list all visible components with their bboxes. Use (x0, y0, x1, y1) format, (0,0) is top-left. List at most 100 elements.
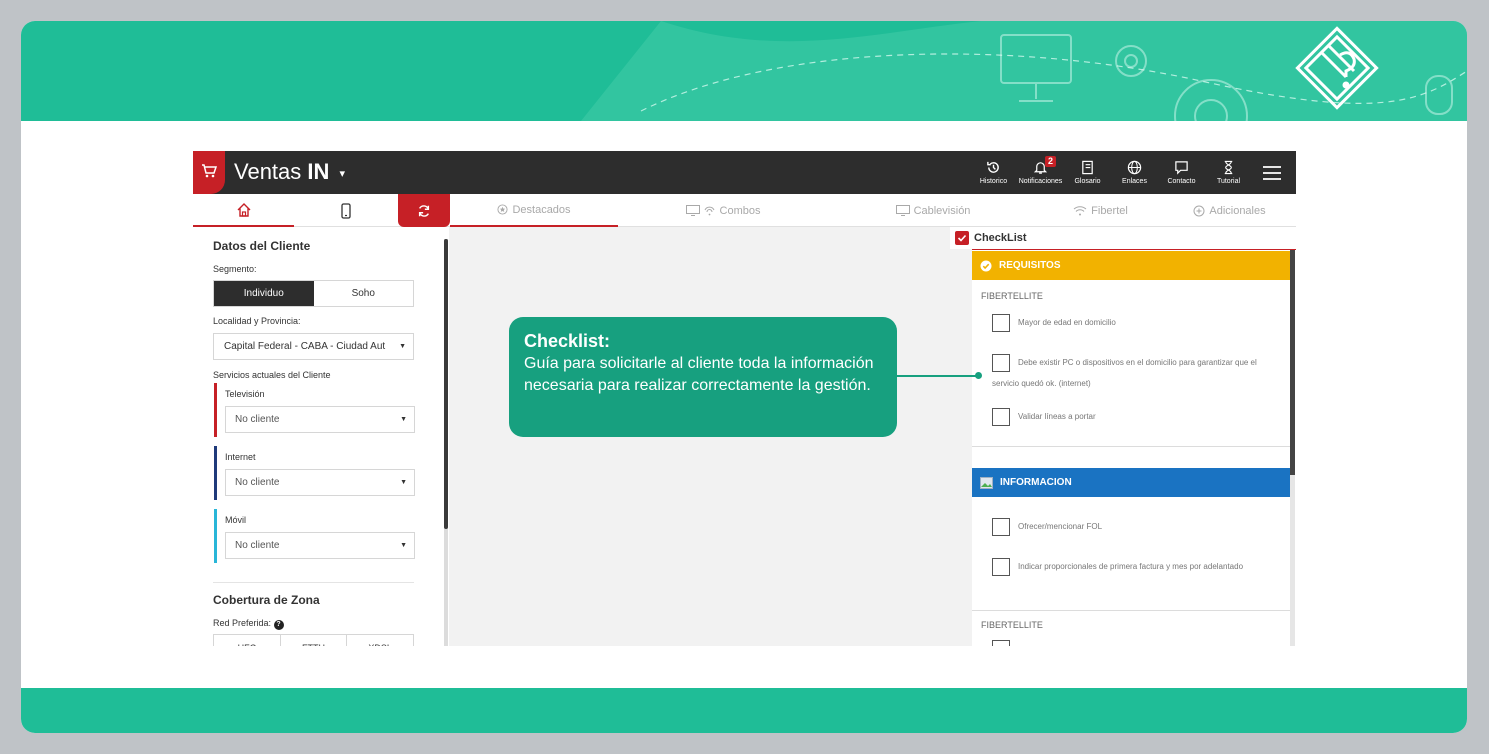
tab-adicionales[interactable]: Adicionales (1163, 194, 1296, 227)
tab-home[interactable] (193, 194, 294, 227)
network-hfc-button[interactable]: HFC (214, 635, 281, 646)
service-value: No cliente (235, 414, 280, 425)
checkbox[interactable] (992, 313, 1010, 332)
group-label: FIBERTELLITE (981, 291, 1043, 301)
check-circle-icon (980, 260, 992, 271)
item-text: Mayor de edad en domicilio (1018, 318, 1116, 327)
checkbox[interactable] (992, 639, 1010, 646)
checkbox[interactable] (992, 517, 1010, 536)
internet-select[interactable]: No cliente ▼ (225, 469, 415, 496)
help-icon[interactable]: ? (273, 620, 284, 630)
callout-connector (897, 375, 977, 377)
tab-cablevision[interactable]: Cablevisión (828, 194, 1038, 227)
dropdown-arrow-icon: ▼ (399, 343, 406, 350)
notification-badge: 2 (1045, 156, 1057, 167)
sidebar-title: Datos del Cliente (213, 239, 311, 253)
banner-decoration (581, 21, 1467, 121)
brand-bold: IN (307, 159, 330, 184)
checklist-callout: Checklist: Guía para solicitarle al clie… (509, 317, 897, 437)
checklist-scrollbar[interactable] (1290, 250, 1295, 475)
cart-icon (202, 164, 217, 178)
toolbar: Historico 2 Notificaciones Glosario Enla… (970, 151, 1292, 194)
checkbox[interactable] (992, 557, 1010, 576)
plus-circle-icon (1193, 205, 1205, 216)
service-value: No cliente (235, 477, 280, 488)
top-banner (21, 21, 1467, 121)
service-movil: Móvil No cliente ▼ (214, 509, 415, 563)
checkbox-checked-icon (955, 231, 969, 245)
mobile-icon (341, 202, 351, 219)
toolbar-notificaciones[interactable]: 2 Notificaciones (1017, 151, 1064, 194)
service-name: Televisión (225, 389, 265, 399)
toolbar-label: Glosario (1074, 178, 1101, 185)
star-badge-icon (497, 204, 508, 215)
television-select[interactable]: No cliente ▼ (225, 406, 415, 433)
callout-title: Checklist: (524, 331, 611, 351)
segment-label: Segmento: (213, 264, 257, 274)
checkbox[interactable] (992, 407, 1010, 426)
toolbar-contacto[interactable]: Contacto (1158, 151, 1205, 194)
guide-logo-icon (1284, 21, 1390, 121)
network-ftth-button[interactable]: FTTH (281, 635, 348, 646)
refresh-button[interactable] (398, 194, 450, 227)
checklist-scroll-track (1290, 475, 1295, 646)
tab-label: Destacados (512, 203, 571, 216)
sub-navbar: Destacados Combos Cablevisión Fibertel A… (193, 194, 1296, 227)
sidebar-scrollbar[interactable] (444, 239, 448, 529)
item-text: Debe existir PC o dispositivos en el dom… (992, 358, 1257, 388)
item-text: Indicar proporcionales de primera factur… (1018, 562, 1244, 571)
service-name: Móvil (225, 515, 247, 525)
location-select[interactable]: Capital Federal - CABA - Ciudad Aut ▼ (213, 333, 414, 360)
services-label: Servicios actuales del Cliente (213, 370, 331, 380)
checklist-item[interactable] (992, 638, 1282, 646)
hamburger-menu-icon[interactable] (1252, 151, 1292, 194)
toolbar-label: Enlaces (1122, 178, 1147, 185)
toolbar-tutorial[interactable]: Tutorial (1205, 151, 1252, 194)
section-divider (972, 610, 1290, 611)
refresh-icon (418, 204, 430, 217)
segment-individuo-button[interactable]: Individuo (214, 281, 314, 306)
checklist-header[interactable]: CheckList (950, 227, 1296, 249)
tab-combos[interactable]: Combos (618, 194, 828, 227)
app-brand[interactable]: Ventas IN ▾ (234, 159, 345, 185)
segment-toggle: Individuo Soho (213, 280, 414, 307)
movil-select[interactable]: No cliente ▼ (225, 532, 415, 559)
top-navbar: Ventas IN ▾ Historico 2 Notificaciones G… (193, 151, 1296, 194)
toolbar-label: Notificaciones (1018, 178, 1063, 185)
location-label: Localidad y Provincia: (213, 316, 301, 326)
checklist-item[interactable]: Ofrecer/mencionar FOL (992, 516, 1282, 537)
cart-button[interactable] (193, 151, 225, 194)
checklist-item[interactable]: Indicar proporcionales de primera factur… (983, 556, 1285, 577)
globe-icon (1127, 160, 1142, 175)
service-value: No cliente (235, 540, 280, 551)
tab-mobile[interactable] (294, 194, 398, 227)
checklist-title: CheckList (974, 232, 1027, 244)
checklist-item[interactable]: Debe existir PC o dispositivos en el dom… (983, 352, 1285, 394)
location-value: Capital Federal - CABA - Ciudad Aut (224, 341, 386, 352)
toolbar-glosario[interactable]: Glosario (1064, 151, 1111, 194)
broken-image-icon (980, 476, 993, 489)
slide-frame: Ventas IN ▾ Historico 2 Notificaciones G… (21, 21, 1467, 733)
toolbar-historico[interactable]: Historico (970, 151, 1017, 194)
informacion-header: INFORMACION (972, 468, 1290, 497)
tab-label: Adicionales (1209, 204, 1266, 217)
tab-destacados[interactable]: Destacados (450, 194, 618, 227)
network-xdsl-button[interactable]: XDSL (347, 635, 413, 646)
checkbox[interactable] (992, 353, 1010, 372)
home-icon (237, 202, 250, 217)
informacion-title: INFORMACION (1000, 477, 1072, 488)
item-text: Validar líneas a portar (1018, 412, 1096, 421)
tab-fibertel[interactable]: Fibertel (1038, 194, 1163, 227)
network-toggle: HFC FTTH XDSL (213, 634, 414, 646)
history-icon (987, 161, 999, 173)
network-label-text: Red Preferida: (213, 618, 272, 628)
segment-soho-button[interactable]: Soho (314, 281, 414, 306)
section-divider (972, 446, 1290, 447)
checklist-item[interactable]: Mayor de edad en domicilio (992, 312, 1282, 333)
coverage-title: Cobertura de Zona (213, 593, 320, 607)
tab-label: Fibertel (1091, 204, 1128, 217)
checklist-panel: REQUISITOS FIBERTELLITE Mayor de edad en… (972, 249, 1296, 646)
toolbar-enlaces[interactable]: Enlaces (1111, 151, 1158, 194)
dropdown-arrow-icon: ▼ (400, 479, 407, 486)
checklist-item[interactable]: Validar líneas a portar (992, 406, 1282, 427)
